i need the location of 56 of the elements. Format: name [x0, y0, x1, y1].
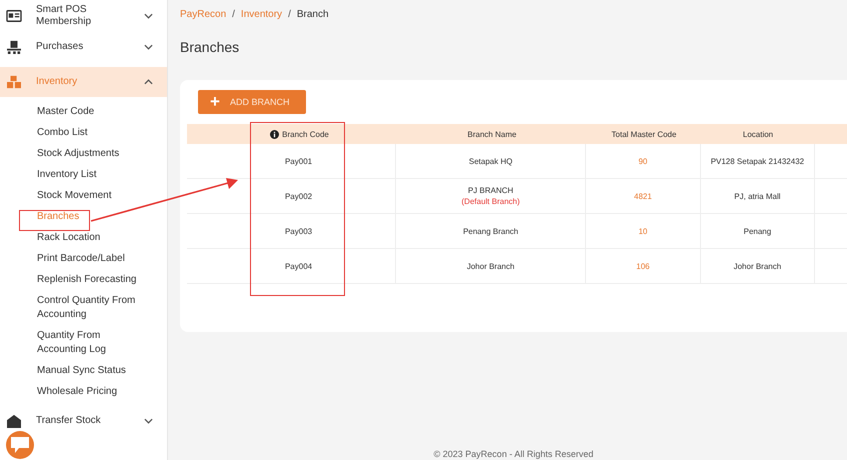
table-cell: PJ, atria Mall: [734, 192, 781, 200]
boxes-icon: [6, 75, 22, 89]
table-cell: Penang Branch: [463, 226, 518, 236]
table-cell: Johor Branch: [734, 262, 782, 270]
submenu-item[interactable]: Master Code: [37, 102, 149, 123]
sidebar-item-label: Inventory: [36, 76, 78, 88]
annotation-box: [19, 210, 90, 231]
breadcrumb-current: Branch: [296, 9, 329, 20]
sidebar-item-label: Transfer Stock: [36, 415, 102, 427]
table-cell: Johor Branch: [466, 262, 514, 270]
sidebar-item[interactable]: Smart POS Membership: [0, 2, 167, 30]
chevron-up-icon: [144, 79, 153, 85]
column-header: Branch Name: [468, 130, 516, 138]
table-cell: PV128 Setapak 21432432: [710, 156, 804, 166]
table-cell: Pay001: [284, 156, 312, 166]
chat-bubble-icon: [10, 436, 30, 454]
submenu-item[interactable]: Stock Movement: [37, 186, 149, 207]
default-branch-note: (Default Branch): [462, 197, 520, 206]
submenu-item[interactable]: Wholesale Pricing: [37, 382, 149, 403]
submenu-item[interactable]: Replenish Forecasting: [37, 270, 149, 291]
table-cell: 90: [638, 156, 648, 166]
pallet-icon: [6, 40, 22, 54]
submenu-item[interactable]: Print Barcode/Label: [37, 249, 149, 270]
breadcrumb-separator: /: [232, 9, 235, 20]
table-cell: PJ BRANCH: [468, 186, 514, 195]
sidebar-item-label: Smart POS Membership: [36, 4, 92, 28]
column-header: Total Master Code: [612, 130, 676, 138]
table-cell: Setapak HQ: [468, 156, 512, 166]
table-cell: 10: [638, 226, 648, 236]
sidebar-item[interactable]: Transfer Stock: [0, 407, 167, 435]
table-cell: Pay002: [284, 192, 312, 200]
breadcrumb-separator: /: [288, 9, 291, 20]
submenu-item[interactable]: Quantity From Accounting Log: [37, 326, 149, 361]
submenu-item[interactable]: Stock Adjustments: [37, 144, 149, 165]
chevron-down-icon: [144, 44, 153, 50]
table-cell: Pay003: [284, 226, 312, 236]
table-cell: Penang: [744, 226, 772, 236]
info-icon: [270, 130, 280, 138]
submenu-item[interactable]: Rack Location: [37, 228, 149, 249]
table-cell: Pay004: [284, 262, 312, 270]
id-card-icon: [6, 9, 22, 23]
sidebar-item[interactable]: Purchases: [0, 30, 167, 63]
submenu-item[interactable]: Combo List: [37, 123, 149, 144]
submenu-item[interactable]: Inventory List: [37, 165, 149, 186]
table-cell: 106: [636, 262, 650, 270]
chevron-down-icon: [144, 13, 153, 19]
column-header: Branch Code: [282, 130, 329, 138]
submenu-item[interactable]: Control Quantity From Accounting: [37, 291, 149, 326]
column-header: Location: [742, 130, 774, 138]
submenu-item[interactable]: Manual Sync Status: [37, 361, 149, 382]
footer-text: © 2023 PayRecon - All Rights Reserved: [432, 449, 594, 460]
chevron-down-icon: [144, 418, 153, 424]
page-title: Branches: [180, 39, 240, 55]
table-cell: 4821: [634, 192, 652, 200]
warehouse-icon: [6, 414, 22, 428]
sidebar-item-label: Purchases: [36, 40, 84, 52]
